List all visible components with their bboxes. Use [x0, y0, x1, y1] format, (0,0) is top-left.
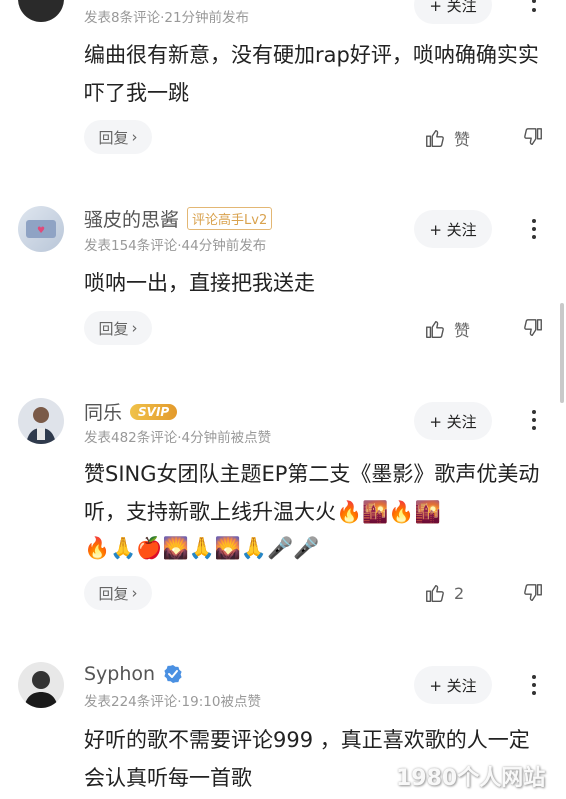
follow-button[interactable]: + 关注 — [414, 210, 492, 248]
verified-icon — [164, 665, 182, 683]
reply-label: 回复 — [98, 128, 129, 147]
follow-label: + 关注 — [429, 412, 477, 431]
avatar[interactable] — [18, 662, 64, 708]
scrollbar[interactable] — [560, 303, 564, 403]
emoji-line: 🔥🙏🍎🌄🙏🌄🙏🎤🎤 — [84, 536, 320, 560]
avatar[interactable] — [18, 0, 64, 22]
username-row: 同乐 SVIP — [84, 398, 178, 425]
watermark: 1980个人网站 — [396, 766, 546, 791]
level-badge: 评论高手Lv2 — [187, 207, 273, 230]
follow-button[interactable]: + 关注 — [414, 666, 492, 704]
more-options-icon[interactable] — [522, 405, 546, 435]
username-row: 骚皮的思酱 评论高手Lv2 — [84, 205, 273, 232]
username-row: Syphon — [84, 663, 183, 685]
reply-label: 回复 — [98, 584, 129, 603]
follow-button[interactable]: + 关注 — [414, 402, 492, 440]
chevron-right-icon: › — [131, 319, 138, 337]
like-label: 赞 — [454, 130, 471, 149]
chevron-right-icon: › — [131, 584, 138, 602]
follow-button[interactable]: + 关注 — [414, 0, 492, 24]
username[interactable]: Syphon — [84, 663, 155, 685]
comment-meta: 发表8条评论·21分钟前发布 — [84, 10, 250, 26]
avatar[interactable] — [18, 398, 64, 444]
reply-button[interactable]: 回复 › — [84, 576, 152, 610]
more-options-icon[interactable] — [522, 214, 546, 244]
like-count: 2 — [454, 583, 465, 603]
follow-label: + 关注 — [429, 676, 477, 695]
comment-text: 唢呐一出，直接把我送走 — [84, 271, 315, 295]
thumbs-down-icon — [524, 128, 542, 146]
reply-label: 回复 — [98, 319, 129, 338]
like-button[interactable]: 赞 — [424, 126, 470, 150]
comment-text: 赞SING女团队主题EP第二支《墨影》歌声优美动听，支持新歌上线升温大火🔥🌇🔥🌇 — [84, 462, 540, 524]
chevron-right-icon: › — [131, 128, 138, 146]
dislike-button[interactable] — [522, 582, 544, 608]
comment-text: 编曲很有新意，没有硬加rap好评，唢呐确确实实吓了我一跳 — [84, 43, 539, 105]
reply-button[interactable]: 回复 › — [84, 120, 152, 154]
like-button[interactable]: 2 — [424, 582, 464, 604]
reply-button[interactable]: 回复 › — [84, 311, 152, 345]
dislike-button[interactable] — [522, 126, 544, 152]
thumbs-down-icon — [524, 319, 542, 337]
thumbs-up-icon — [426, 584, 444, 602]
follow-label: + 关注 — [429, 0, 477, 15]
like-label: 赞 — [454, 321, 471, 340]
comment-item: 发表8条评论·21分钟前发布 + 关注 编曲很有新意，没有硬加rap好评，唢呐确… — [0, 0, 566, 180]
thumbs-up-icon — [426, 129, 444, 147]
svg-text:♥: ♥ — [37, 226, 45, 236]
more-options-icon[interactable] — [522, 670, 546, 700]
thumbs-down-icon — [524, 584, 542, 602]
follow-label: + 关注 — [429, 220, 477, 239]
comment-meta: 发表154条评论·44分钟前发布 — [84, 238, 267, 254]
username[interactable]: 同乐 — [84, 398, 122, 425]
avatar[interactable]: ♥ — [18, 206, 64, 252]
comment-meta: 发表224条评论·19:10被点赞 — [84, 694, 261, 710]
thumbs-up-icon — [426, 320, 444, 338]
more-options-icon[interactable] — [522, 0, 546, 22]
like-button[interactable]: 赞 — [424, 317, 470, 341]
comment-meta: 发表482条评论·4分钟前被点赞 — [84, 430, 272, 446]
dislike-button[interactable] — [522, 317, 544, 343]
username[interactable]: 骚皮的思酱 — [84, 205, 179, 232]
svip-badge: SVIP — [130, 403, 178, 420]
